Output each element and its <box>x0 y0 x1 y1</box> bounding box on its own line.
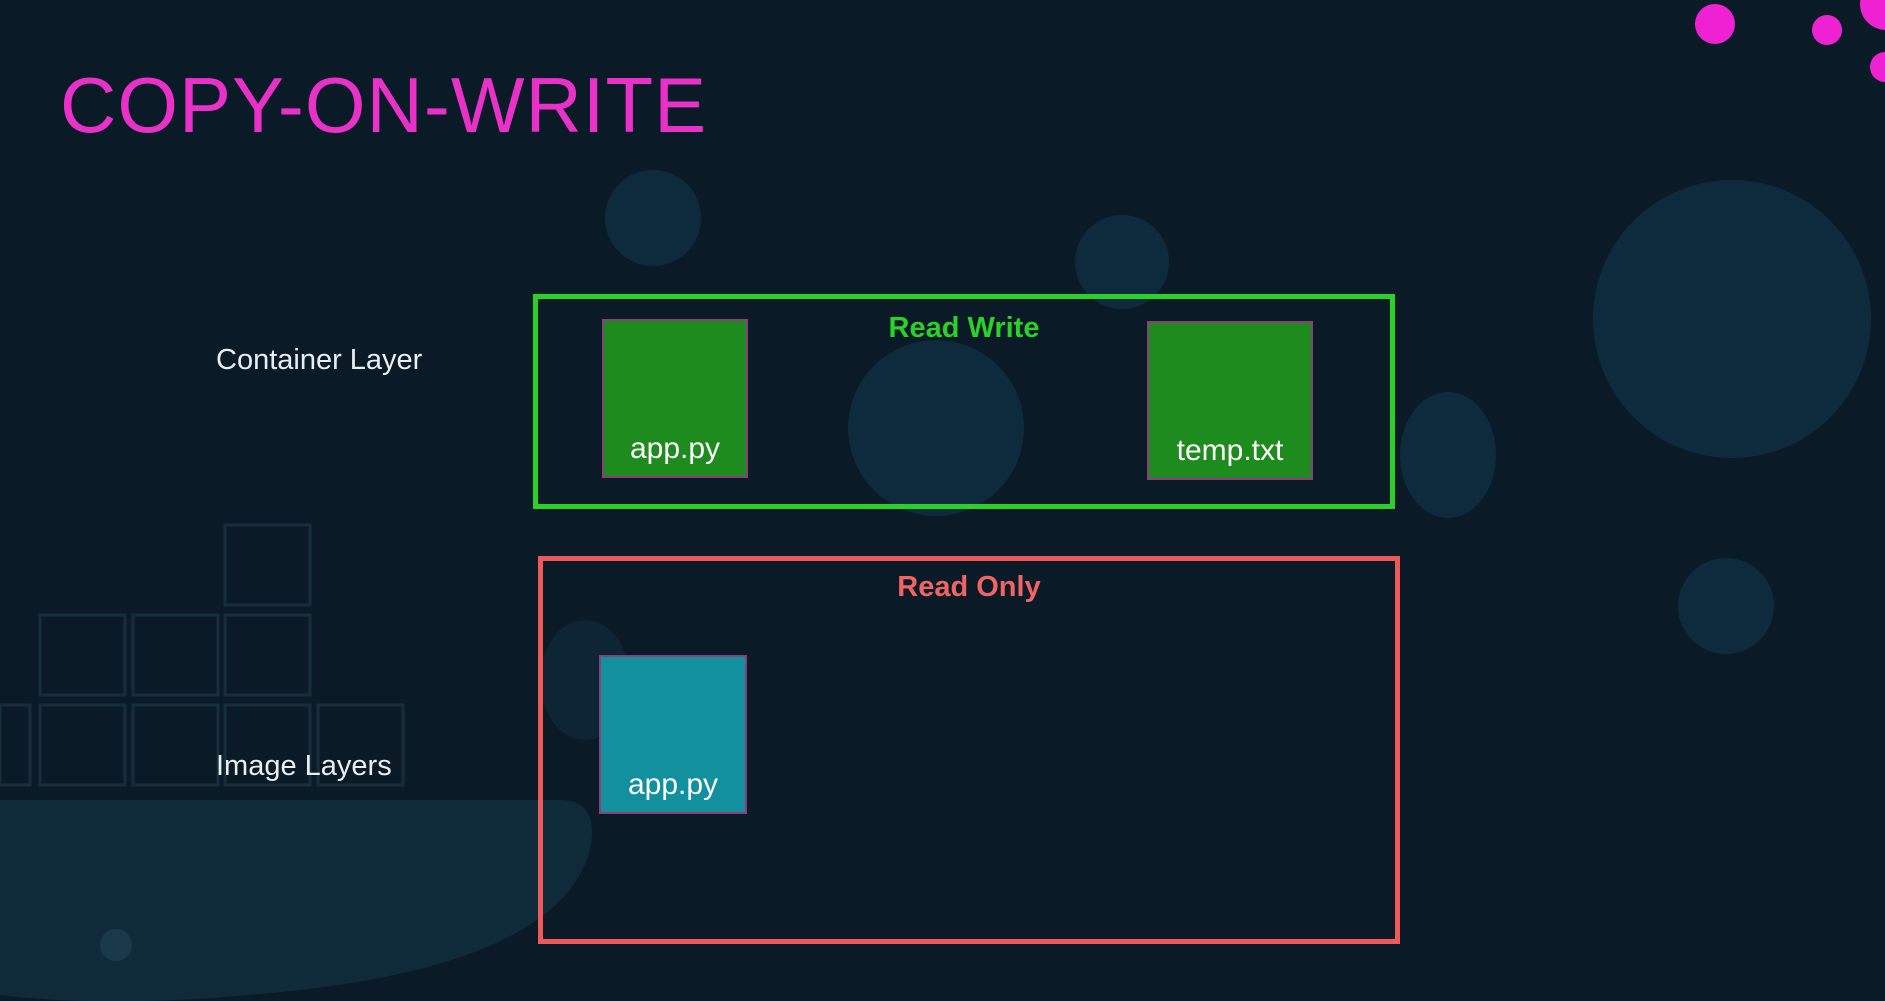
bg-circle-decoration <box>1400 392 1496 518</box>
file-app-py-writable: app.py <box>602 319 748 478</box>
image-layers-label: Image Layers <box>216 750 392 782</box>
pink-dot-decoration <box>1812 15 1842 45</box>
pink-dot-decoration <box>1695 4 1735 44</box>
slide-title: COPY-ON-WRITE <box>60 61 708 149</box>
read-only-title: Read Only <box>897 571 1041 603</box>
file-name: temp.txt <box>1176 434 1284 467</box>
file-temp-txt: temp.txt <box>1147 321 1313 480</box>
slide: COPY-ON-WRITE Container Layer Image Laye… <box>0 0 1885 1001</box>
file-app-py-image: app.py <box>599 655 747 814</box>
bg-circle-decoration <box>1678 558 1774 654</box>
file-name: app.py <box>627 768 719 801</box>
container-layer-label: Container Layer <box>216 344 423 376</box>
bg-circle-decoration <box>1593 180 1871 458</box>
bg-circle-decoration <box>605 170 701 266</box>
pink-dot-decoration <box>1870 52 1885 82</box>
pink-dot-decoration <box>1860 0 1885 30</box>
file-name: app.py <box>629 432 721 465</box>
whale-body-decoration <box>0 800 592 1001</box>
